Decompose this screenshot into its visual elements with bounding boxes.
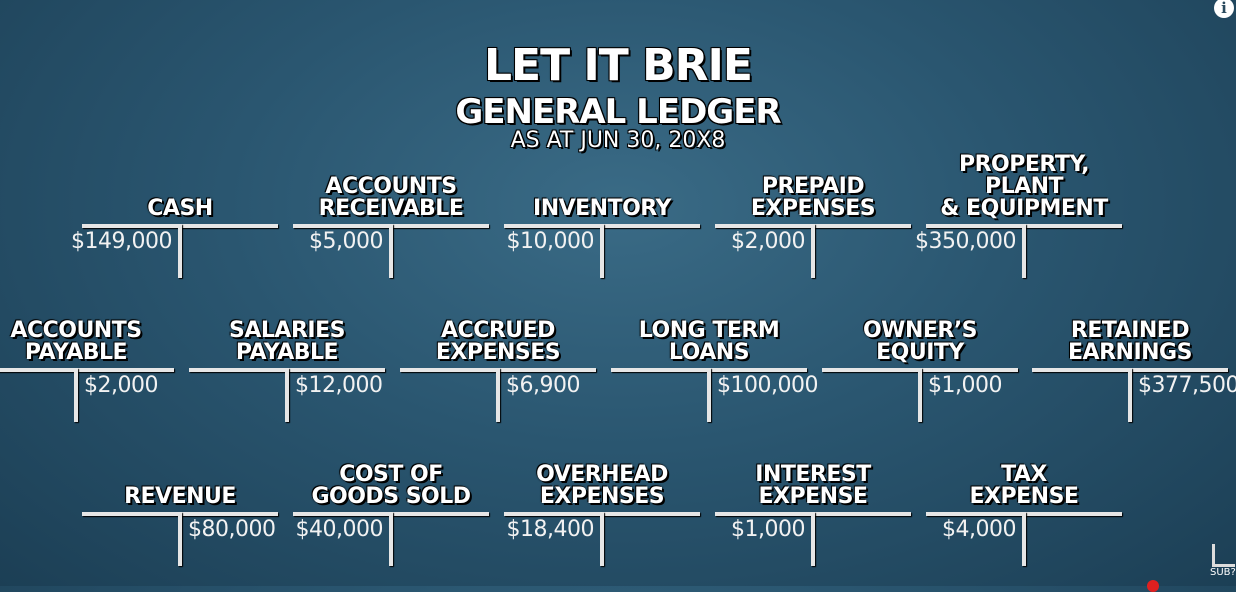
t-account-name: RETAINED EARNINGS [1068,318,1192,365]
t-account: INVENTORY $10,000 [504,138,700,278]
t-account-top-bar [0,368,174,372]
t-account-stem [707,368,711,422]
t-account-stem [918,368,922,422]
t-account-stem [1128,368,1132,422]
t-account: RETAINED EARNINGS $377,500 [1032,282,1236,422]
t-account-credit-balance: $100,000 [717,373,818,398]
t-account-name: ACCOUNTS RECEIVABLE [318,174,464,221]
info-icon[interactable]: i [1214,0,1234,18]
t-account-name: CASH [147,196,213,221]
t-account-name: REVENUE [124,484,236,509]
t-account: SALARIES PAYABLE $12,000 [189,282,385,422]
t-account-name: PROPERTY, PLANT & EQUIPMENT [940,152,1108,221]
t-account-name: OVERHEAD EXPENSES [536,462,668,509]
t-account-debit-balance: $1,000 [731,517,805,542]
t-account-stem [811,224,815,278]
t-account-name: PREPAID EXPENSES [750,174,876,221]
t-account-name: INVENTORY [533,196,671,221]
t-account-stem [600,512,604,566]
t-account: REVENUE $80,000 [82,426,278,566]
t-account-debit-balance: $2,000 [731,229,805,254]
t-account-credit-balance: $6,900 [506,373,580,398]
t-account-name: OWNER’S EQUITY [862,318,978,365]
t-account-debit-balance: $350,000 [915,229,1016,254]
t-account-name: ACCRUED EXPENSES [435,318,561,365]
t-account-stem [811,512,815,566]
t-account: PREPAID EXPENSES $2,000 [715,138,911,278]
t-account: ACCOUNTS RECEIVABLE $5,000 [293,138,489,278]
t-account-stem [74,368,78,422]
t-account-stem [600,224,604,278]
t-account-name: SALARIES PAYABLE [229,318,345,365]
subscribe-graphic-icon [1212,544,1235,567]
t-account-stem [285,368,289,422]
t-account: PROPERTY, PLANT & EQUIPMENT $350,000 [915,138,1122,278]
t-account: OVERHEAD EXPENSES $18,400 [504,426,700,566]
t-account-stem [178,512,182,566]
t-account-name: COST OF GOODS SOLD [311,462,471,509]
t-account: COST OF GOODS SOLD $40,000 [293,426,489,566]
t-account-name: LONG TERM LOANS [638,318,780,365]
t-account-debit-balance: $18,400 [506,517,595,542]
t-account: CASH $149,000 [71,138,278,278]
t-account-debit-balance: $149,000 [71,229,172,254]
t-account: TAX EXPENSE $4,000 [926,426,1122,566]
t-account-credit-balance: $377,500 [1138,373,1236,398]
t-account-stem [178,224,182,278]
t-account-debit-balance: $5,000 [309,229,383,254]
t-account-credit-balance: $12,000 [295,373,383,398]
t-account-name: TAX EXPENSE [969,462,1079,509]
t-account-stem [1022,512,1026,566]
t-account-credit-balance: $2,000 [84,373,158,398]
t-account-stem [389,224,393,278]
t-account: OWNER’S EQUITY $1,000 [822,282,1018,422]
t-account-name: ACCOUNTS PAYABLE [10,318,142,365]
t-account: ACCRUED EXPENSES $6,900 [400,282,596,422]
progress-dot-icon [1147,580,1159,592]
t-account-credit-balance: $80,000 [188,517,276,542]
t-account-debit-balance: $10,000 [506,229,595,254]
subscribe-label: SUB? [1210,567,1236,578]
company-title: LET IT BRIE [484,40,753,91]
subscribe-badge[interactable]: SUB? [1210,544,1236,578]
report-title: GENERAL LEDGER [455,92,781,132]
t-account-name: INTEREST EXPENSE [755,462,871,509]
t-account-stem [496,368,500,422]
t-account-debit-balance: $4,000 [942,517,1016,542]
t-account: LONG TERM LOANS $100,000 [611,282,818,422]
t-account-stem [389,512,393,566]
t-account-debit-balance: $40,000 [295,517,384,542]
t-account: ACCOUNTS PAYABLE $2,000 [0,282,174,422]
t-account-stem [1022,224,1026,278]
t-account-credit-balance: $1,000 [928,373,1002,398]
t-account: INTEREST EXPENSE $1,000 [715,426,911,566]
